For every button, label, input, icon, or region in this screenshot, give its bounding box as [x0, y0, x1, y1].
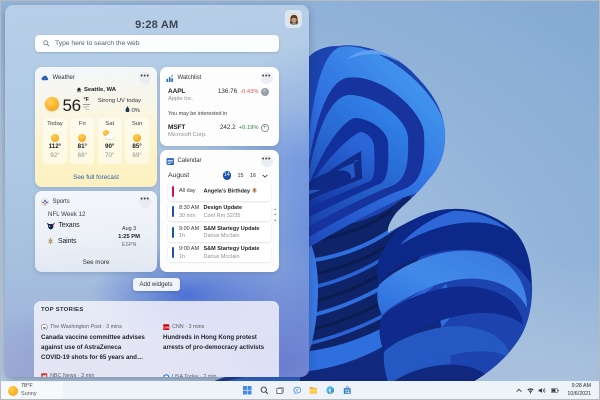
svg-text:tp: tp [43, 325, 46, 329]
svg-text:CNN: CNN [164, 326, 170, 329]
